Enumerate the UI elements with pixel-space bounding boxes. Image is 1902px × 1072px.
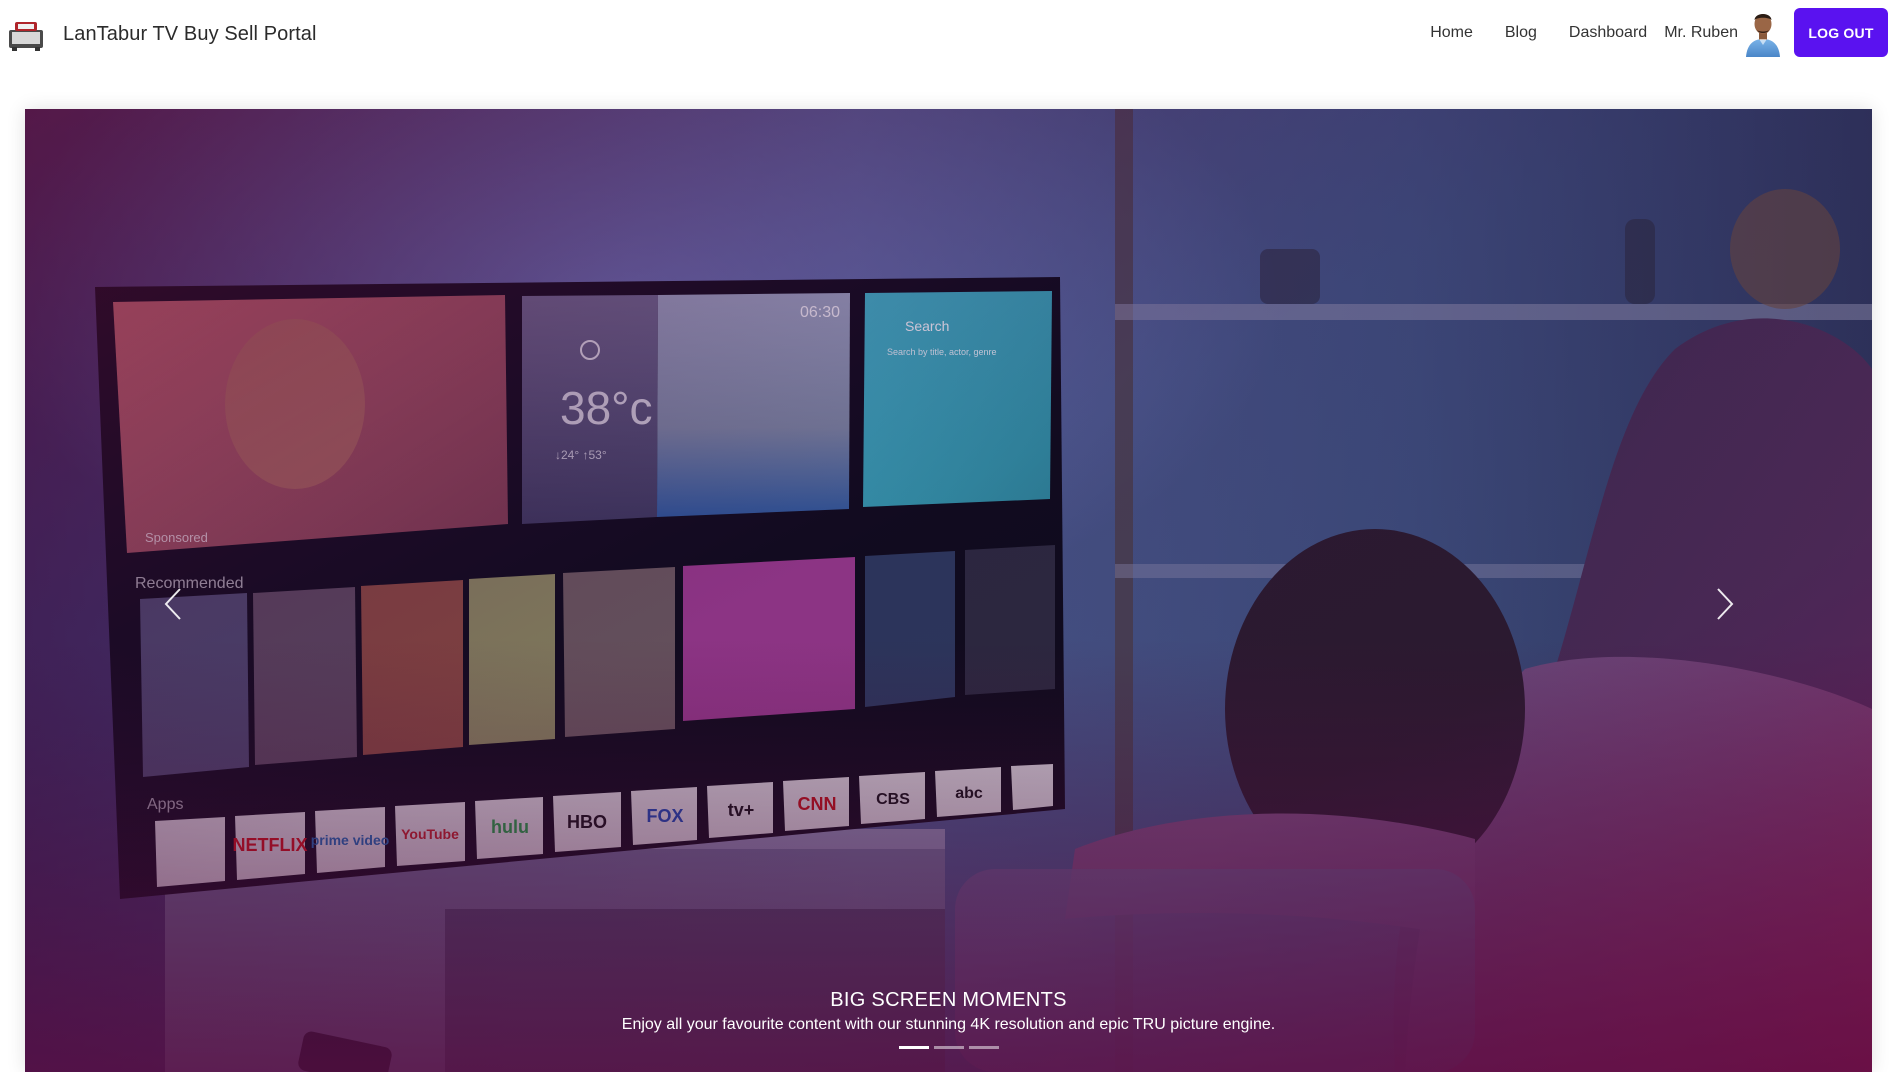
brand[interactable]: LanTabur TV Buy Sell Portal [7, 16, 317, 52]
caption-title: BIG SCREEN MOMENTS [830, 989, 1067, 1011]
chevron-left-icon [164, 588, 181, 620]
carousel-indicator-3[interactable] [968, 1046, 999, 1049]
user-avatar [1742, 8, 1784, 57]
logout-button[interactable]: LOG OUT [1794, 8, 1888, 57]
nav-link-dashboard[interactable]: Dashboard [1569, 24, 1647, 42]
carousel-next-button[interactable] [1695, 564, 1755, 644]
carousel-prev-button[interactable] [143, 564, 203, 644]
user-name: Mr. Ruben [1664, 23, 1738, 41]
brand-title[interactable]: LanTabur TV Buy Sell Portal [63, 23, 317, 46]
chevron-right-icon [1717, 588, 1734, 620]
nav-link-blog[interactable]: Blog [1505, 24, 1537, 42]
nav-link-home[interactable]: Home [1430, 24, 1473, 42]
hero-carousel: NETFLIX prime video YouTube hulu HBO FOX… [25, 109, 1872, 1072]
caption-text: Enjoy all your favourite content with ou… [621, 1016, 1276, 1033]
carousel-indicator-1[interactable] [898, 1046, 929, 1049]
top-navbar: LanTabur TV Buy Sell Portal Home Blog Da… [0, 0, 1902, 68]
hero-slide-image: NETFLIX prime video YouTube hulu HBO FOX… [25, 109, 1872, 1072]
tv-logo-icon [9, 22, 43, 51]
carousel-indicators [25, 1046, 1872, 1049]
nav-menu: Home Blog Dashboard Mr. Ruben LOG OUT [1430, 8, 1888, 57]
carousel-caption: BIG SCREEN MOMENTS Enjoy all your favour… [25, 989, 1872, 1034]
carousel-indicator-2[interactable] [933, 1046, 964, 1049]
